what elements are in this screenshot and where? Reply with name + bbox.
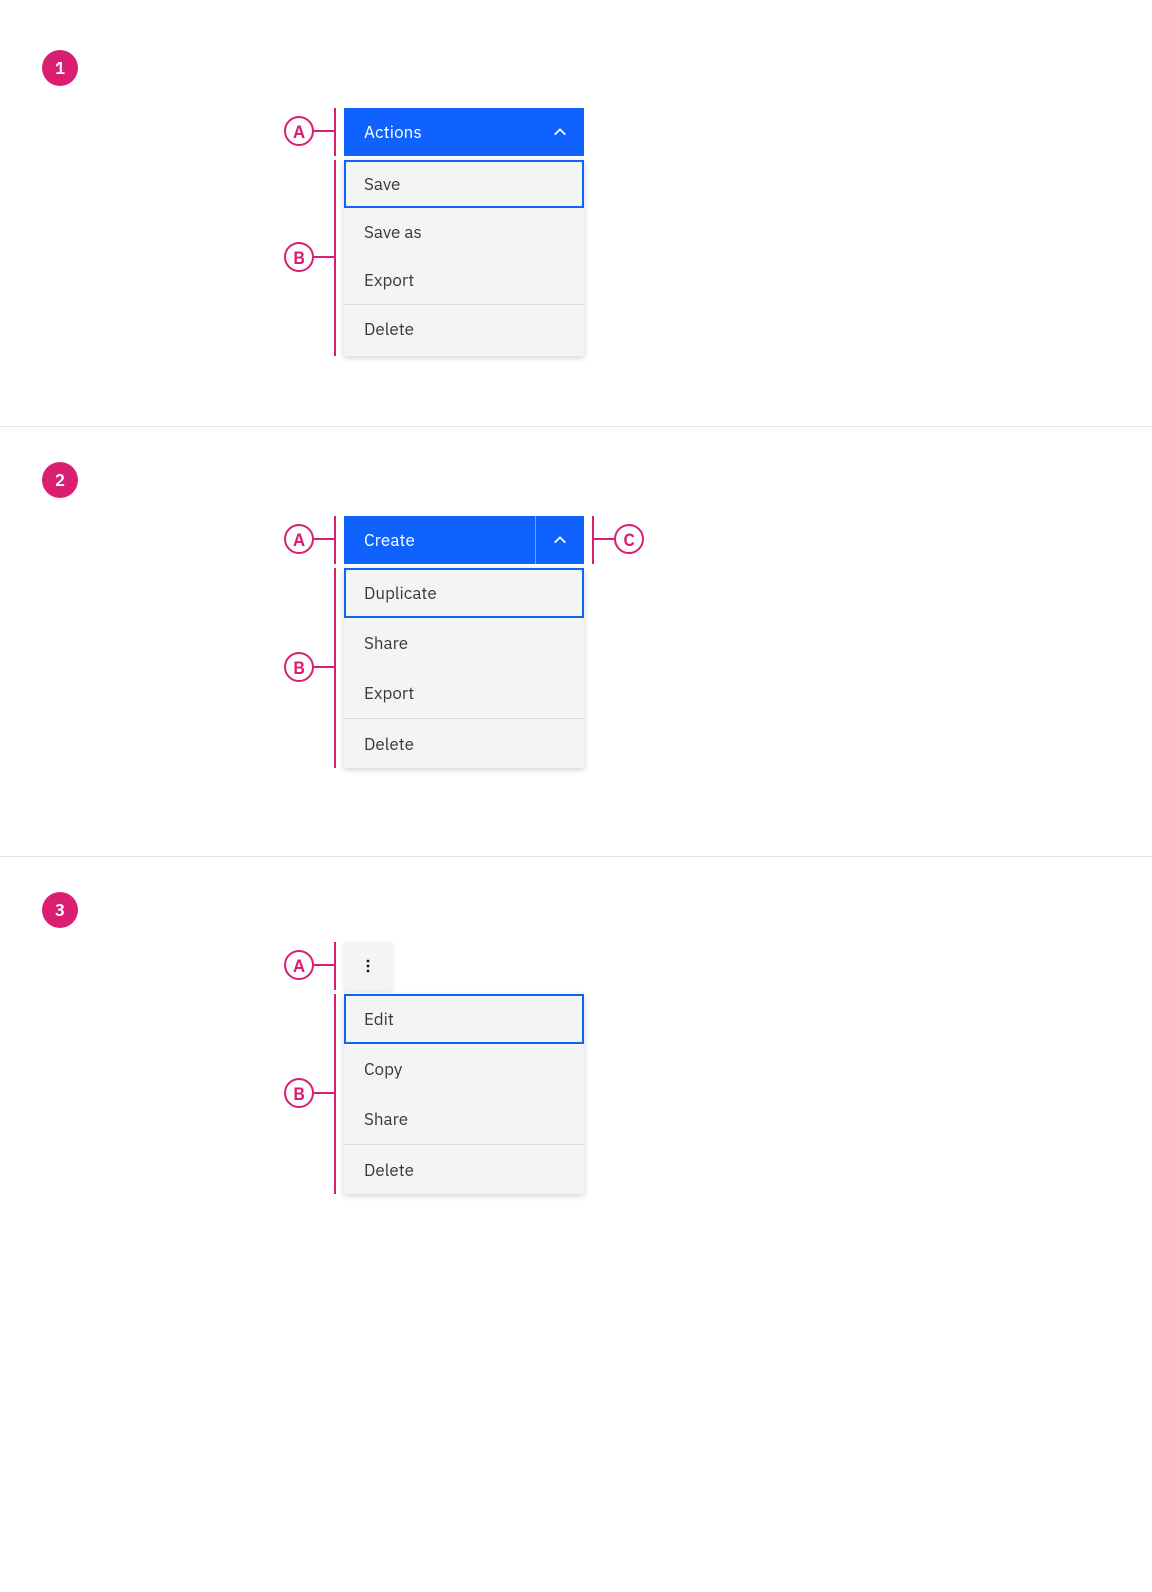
annotation-a-1: A — [284, 116, 336, 146]
annotation-letter: A — [284, 950, 314, 980]
menu-item-save-as[interactable]: Save as — [344, 208, 584, 256]
annotation-leader — [592, 538, 614, 540]
overflow-menu-button[interactable] — [344, 942, 392, 990]
annotation-leader — [314, 130, 336, 132]
section-divider — [0, 426, 1152, 427]
annotation-leader — [314, 1092, 336, 1094]
annotation-leader — [314, 666, 336, 668]
annotation-letter: B — [284, 1078, 314, 1108]
overflow-menu: Edit Copy Share Delete — [344, 994, 584, 1194]
menu-item-label: Share — [364, 1108, 408, 1130]
diagram-canvas: 1 A B Actions Save Save as Export Delete — [0, 0, 1152, 1592]
step-number: 1 — [55, 57, 65, 79]
actions-menu: Save Save as Export Delete — [344, 160, 584, 356]
step-bullet-2: 2 — [42, 462, 78, 498]
menu-item-delete[interactable]: Delete — [344, 304, 584, 352]
menu-item-label: Save — [364, 173, 400, 195]
chevron-up-icon — [536, 108, 584, 156]
annotation-letter: B — [284, 242, 314, 272]
annotation-c-2: C — [592, 524, 644, 554]
menu-item-save[interactable]: Save — [344, 160, 584, 208]
menu-item-share[interactable]: Share — [344, 618, 584, 668]
menu-item-label: Delete — [364, 733, 414, 755]
section-divider — [0, 856, 1152, 857]
annotation-letter: A — [284, 524, 314, 554]
menu-item-label: Duplicate — [364, 582, 437, 604]
annotation-letter: C — [614, 524, 644, 554]
menu-item-label: Share — [364, 632, 408, 654]
create-menu: Duplicate Share Export Delete — [344, 568, 584, 768]
menu-item-copy[interactable]: Copy — [344, 1044, 584, 1094]
step-bullet-3: 3 — [42, 892, 78, 928]
actions-button-label: Actions — [364, 121, 422, 143]
annotation-letter: B — [284, 652, 314, 682]
menu-item-edit[interactable]: Edit — [344, 994, 584, 1044]
menu-item-label: Delete — [364, 318, 414, 340]
menu-item-label: Save as — [364, 221, 422, 243]
menu-item-label: Copy — [364, 1058, 402, 1080]
annotation-b-1: B — [284, 242, 336, 272]
menu-item-label: Delete — [364, 1159, 414, 1181]
step-number: 3 — [55, 899, 65, 921]
annotation-leader — [314, 964, 336, 966]
annotation-a-3: A — [284, 950, 336, 980]
menu-item-label: Edit — [364, 1008, 394, 1030]
menu-item-export[interactable]: Export — [344, 668, 584, 718]
split-chevron-button[interactable] — [536, 516, 584, 564]
create-button-label: Create — [364, 529, 415, 551]
create-split-button[interactable]: Create — [344, 516, 584, 564]
annotation-b-3: B — [284, 1078, 336, 1108]
menu-item-share[interactable]: Share — [344, 1094, 584, 1144]
menu-item-label: Export — [364, 269, 414, 291]
annotation-leader — [314, 538, 336, 540]
annotation-letter: A — [284, 116, 314, 146]
menu-item-export[interactable]: Export — [344, 256, 584, 304]
menu-item-delete[interactable]: Delete — [344, 1144, 584, 1194]
menu-item-label: Export — [364, 682, 414, 704]
chevron-up-icon — [553, 533, 567, 547]
annotation-a-2: A — [284, 524, 336, 554]
menu-item-delete[interactable]: Delete — [344, 718, 584, 768]
annotation-b-2: B — [284, 652, 336, 682]
step-number: 2 — [55, 469, 65, 491]
actions-menu-button[interactable]: Actions — [344, 108, 584, 156]
menu-item-duplicate[interactable]: Duplicate — [344, 568, 584, 618]
annotation-leader — [314, 256, 336, 258]
step-bullet-1: 1 — [42, 50, 78, 86]
overflow-vertical-icon — [360, 958, 376, 974]
